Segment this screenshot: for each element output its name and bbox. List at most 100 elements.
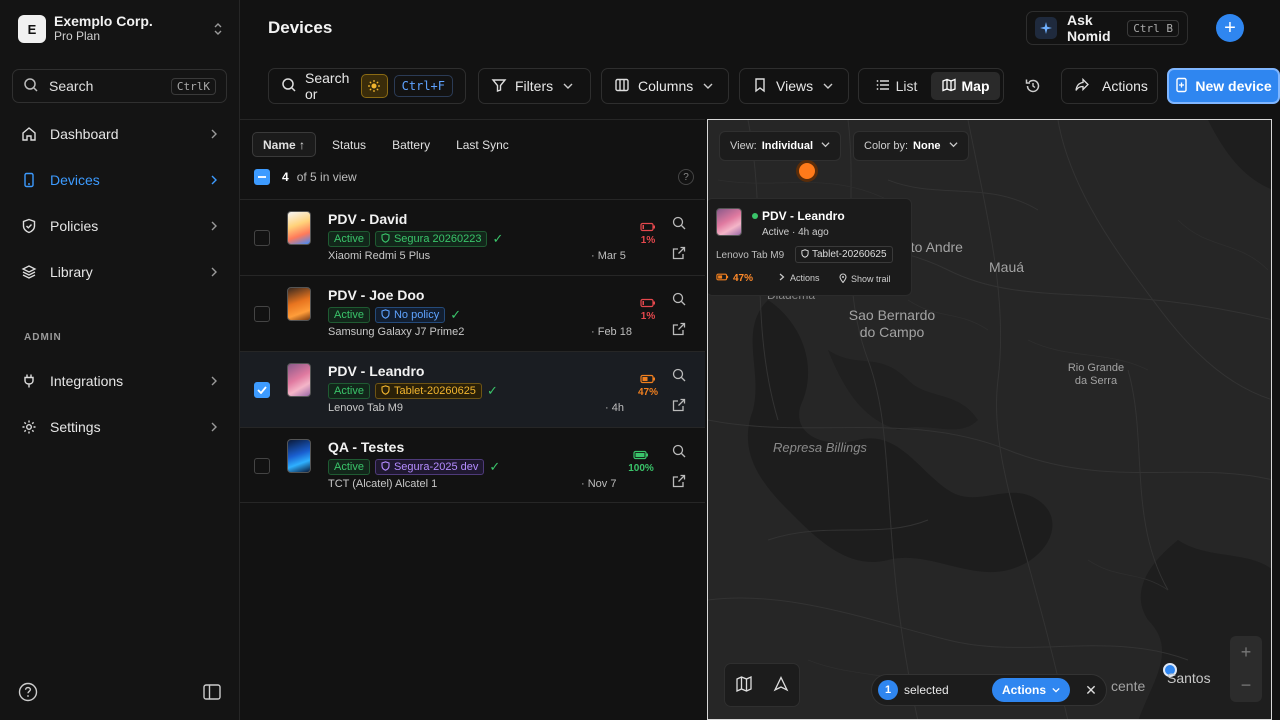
row-checkbox[interactable] <box>254 382 270 398</box>
popup-battery: 47% <box>716 273 753 284</box>
select-all-checkbox[interactable] <box>254 169 270 185</box>
help-icon[interactable]: ? <box>678 169 694 185</box>
table-row[interactable]: PDV - Leandro Active Tablet-20260625 ✓ L… <box>240 351 705 427</box>
table-row[interactable]: PDV - Joe Doo Active No policy ✓ Samsung… <box>240 275 705 351</box>
row-actions <box>672 292 686 339</box>
device-name[interactable]: PDV - David <box>328 211 407 227</box>
chevron-down-icon <box>563 78 573 94</box>
sidebar-item-policies[interactable]: Policies <box>12 208 227 244</box>
chevron-down-icon <box>948 140 958 152</box>
map-view-tab[interactable]: Map <box>931 72 1000 100</box>
org-plan: Pro Plan <box>54 29 101 43</box>
map-layer-controls <box>724 663 800 707</box>
device-badges: Active No policy ✓ <box>328 307 461 323</box>
battery-indicator: 47% <box>635 374 661 398</box>
map-label-represa: Represa Billings <box>773 440 867 455</box>
refresh-icon[interactable] <box>1024 77 1042 98</box>
open-external-icon[interactable] <box>672 322 686 339</box>
map-label-maua: Mauá <box>989 259 1025 275</box>
locate-icon[interactable] <box>672 368 686 385</box>
shield-icon <box>381 384 390 398</box>
policy-badge[interactable]: Tablet-20260625 <box>374 383 482 399</box>
new-device-button[interactable]: New device <box>1167 68 1280 104</box>
row-checkbox[interactable] <box>254 458 270 474</box>
sort-by-battery[interactable]: Battery <box>382 132 440 157</box>
device-name[interactable]: QA - Testes <box>328 439 404 455</box>
open-external-icon[interactable] <box>672 474 686 491</box>
device-pin-orange[interactable] <box>796 160 818 182</box>
navigation-icon[interactable] <box>773 675 789 695</box>
add-button[interactable]: + <box>1216 14 1244 42</box>
sort-by-last-sync[interactable]: Last Sync <box>446 132 519 157</box>
device-thumbnail <box>287 363 311 397</box>
shield-icon <box>381 460 390 474</box>
device-name[interactable]: PDV - Joe Doo <box>328 287 424 303</box>
view-value: Individual <box>761 140 814 152</box>
locate-icon[interactable] <box>672 216 686 233</box>
toolbar: Search or Ctrl+F Filters Columns Views L… <box>240 68 1280 104</box>
popup-actions-button[interactable]: Actions <box>779 273 820 283</box>
popup-policy-name: Tablet-20260625 <box>812 249 887 260</box>
chevron-down-icon <box>1052 683 1060 697</box>
locate-icon[interactable] <box>672 292 686 309</box>
main-nav: Dashboard Devices Policies Library <box>12 116 227 300</box>
table-row[interactable]: PDV - David Active Segura 20260223 ✓ Xia… <box>240 199 705 275</box>
selection-actions-button[interactable]: Actions <box>991 678 1070 702</box>
zoom-out-button[interactable]: − <box>1241 675 1252 696</box>
policy-badge[interactable]: No policy <box>374 307 446 323</box>
row-checkbox[interactable] <box>254 306 270 322</box>
view-mode-dropdown[interactable]: View: Individual <box>719 131 842 161</box>
gear-icon <box>20 418 38 436</box>
color-by-dropdown[interactable]: Color by: None <box>853 131 969 161</box>
sidebar-item-settings[interactable]: Settings <box>12 409 227 445</box>
device-search[interactable]: Search or Ctrl+F <box>268 68 466 104</box>
collapse-sidebar-icon[interactable] <box>202 682 222 705</box>
policy-badge[interactable]: Segura-2025 dev <box>374 459 485 475</box>
chevron-right-icon <box>209 420 219 435</box>
sidebar-item-dashboard[interactable]: Dashboard <box>12 116 227 152</box>
sidebar-search[interactable]: Search CtrlK <box>12 69 227 103</box>
ai-search-icon[interactable] <box>360 74 388 98</box>
filters-button[interactable]: Filters <box>478 68 591 104</box>
locate-icon[interactable] <box>672 444 686 461</box>
admin-nav: Integrations Settings <box>12 363 227 455</box>
sidebar-item-label: Library <box>50 264 93 280</box>
row-checkbox[interactable] <box>254 230 270 246</box>
device-name[interactable]: PDV - Leandro <box>328 363 424 379</box>
sidebar-item-library[interactable]: Library <box>12 254 227 290</box>
ask-shortcut: Ctrl B <box>1127 19 1179 37</box>
ask-nomid-button[interactable]: Ask Nomid Ctrl B <box>1026 11 1188 45</box>
sidebar-item-label: Dashboard <box>50 126 119 142</box>
org-switcher[interactable]: E Exemplo Corp. Pro Plan <box>18 14 224 44</box>
help-icon[interactable] <box>18 682 38 705</box>
map-layers-icon[interactable] <box>735 675 753 696</box>
sidebar-item-integrations[interactable]: Integrations <box>12 363 227 399</box>
chevron-right-icon <box>209 127 219 142</box>
device-thumbnail <box>287 439 311 473</box>
filters-label: Filters <box>515 78 554 94</box>
clear-selection-button[interactable]: ✕ <box>1082 682 1100 699</box>
zoom-in-button[interactable]: + <box>1241 642 1252 663</box>
sidebar-item-devices[interactable]: Devices <box>12 162 227 198</box>
sidebar-item-label: Devices <box>50 172 100 188</box>
shield-icon <box>381 308 390 322</box>
sort-by-status[interactable]: Status <box>322 132 376 157</box>
table-row[interactable]: QA - Testes Active Segura-2025 dev ✓ TCT… <box>240 427 705 503</box>
views-button[interactable]: Views <box>739 68 849 104</box>
ask-nomid-label: Ask Nomid <box>1067 12 1111 44</box>
columns-button[interactable]: Columns <box>601 68 729 104</box>
selected-count: 4 <box>282 170 289 184</box>
open-external-icon[interactable] <box>672 246 686 263</box>
device-thumbnail <box>287 287 311 321</box>
open-external-icon[interactable] <box>672 398 686 415</box>
actions-button[interactable]: Actions <box>1061 68 1158 104</box>
sort-by-name[interactable]: Name ↑ <box>252 132 317 157</box>
columns-icon <box>614 77 630 96</box>
actions-label: Actions <box>1102 78 1148 94</box>
device-map[interactable]: View: Individual Color by: None nto Andr… <box>707 119 1272 720</box>
list-view-tab[interactable]: List <box>862 72 931 100</box>
status-badge: Active <box>328 231 370 247</box>
policy-badge[interactable]: Segura 20260223 <box>374 231 488 247</box>
zoom-controls: + − <box>1230 636 1262 702</box>
show-trail-button[interactable]: Show trail <box>839 273 891 285</box>
